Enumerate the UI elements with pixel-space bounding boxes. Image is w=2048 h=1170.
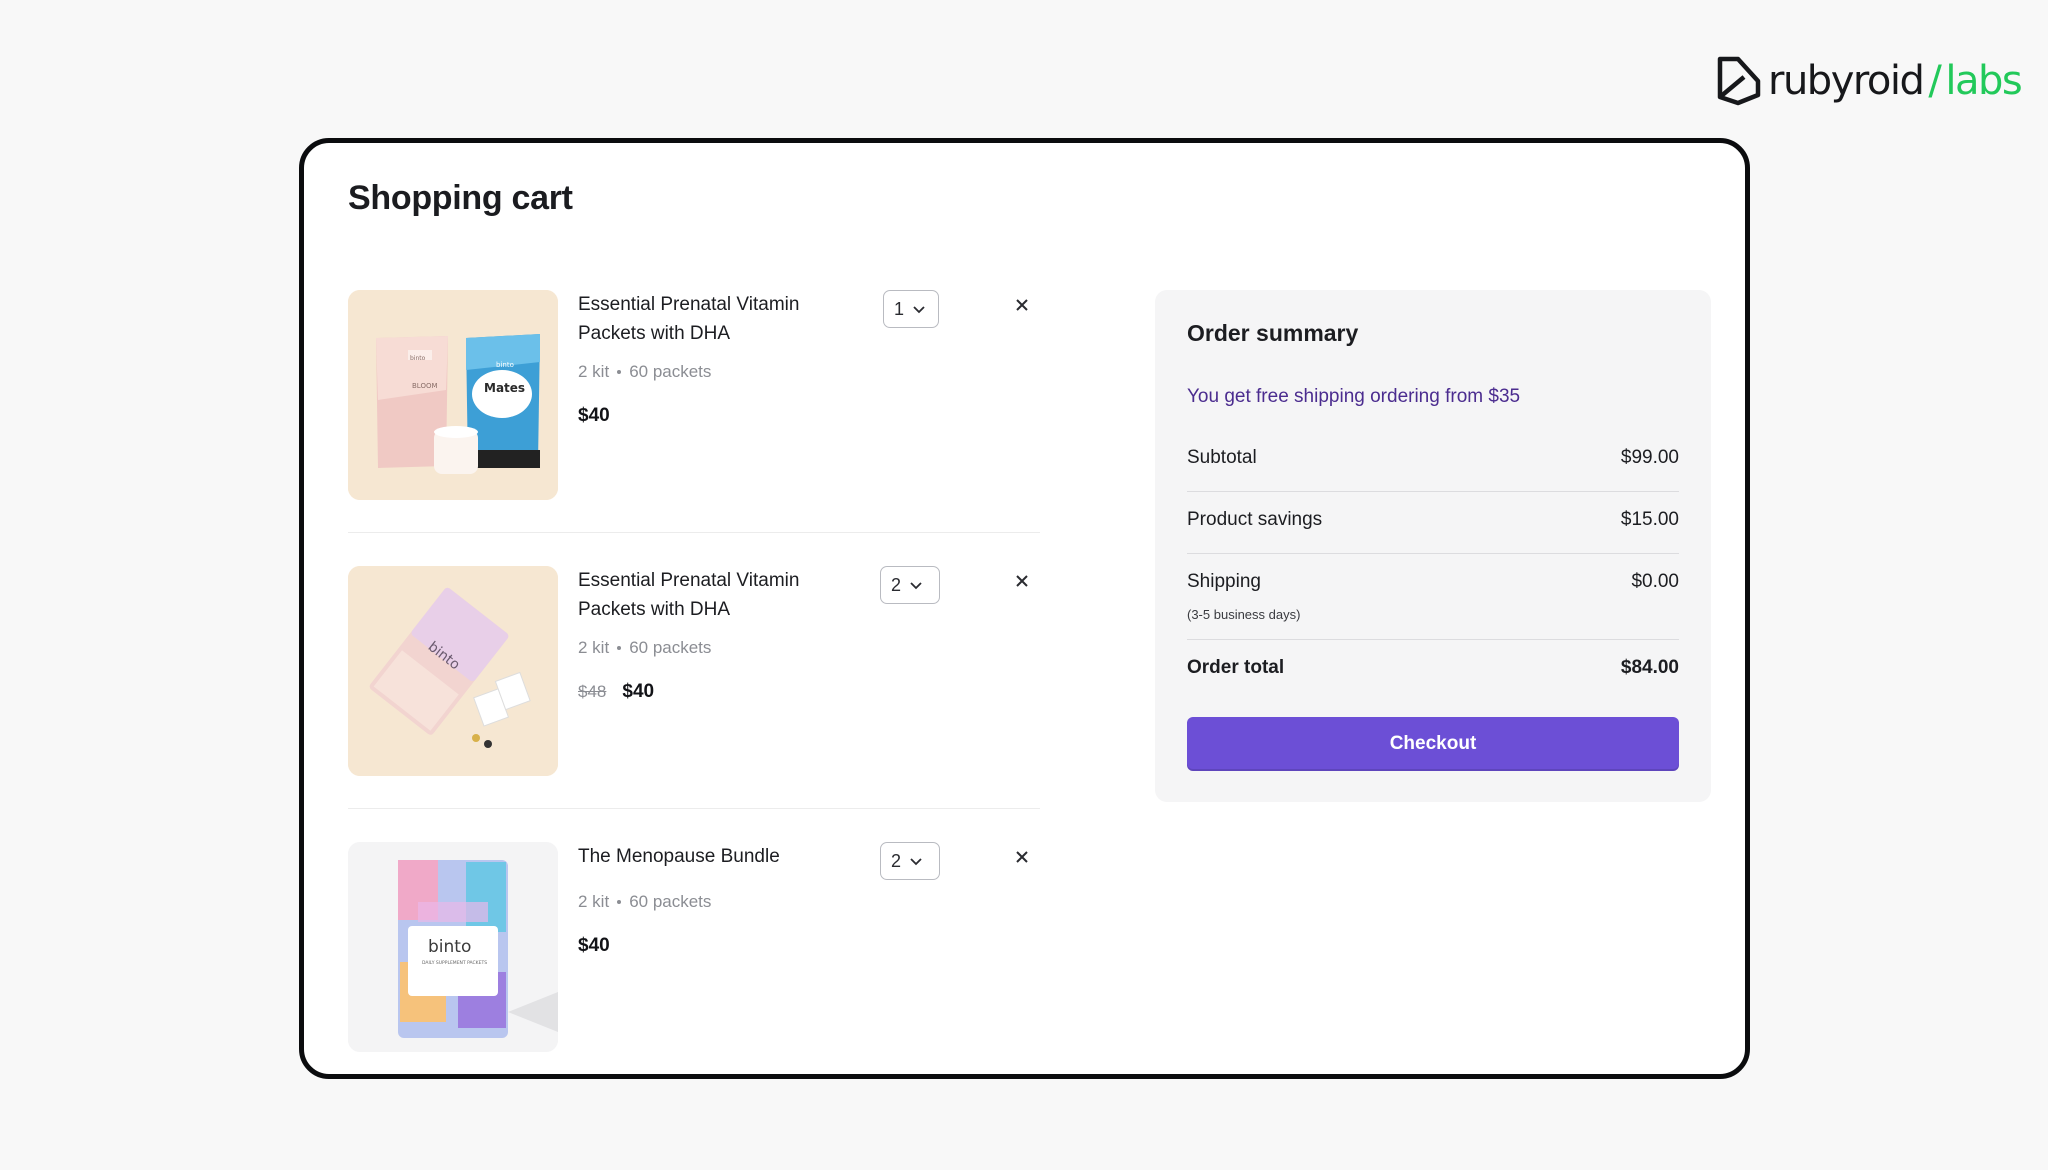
divider <box>1187 491 1679 492</box>
divider <box>1187 639 1679 640</box>
product-image[interactable]: BLOOM binto Mates binto <box>348 290 558 500</box>
current-price: $40 <box>622 681 655 702</box>
quantity-value: 2 <box>891 574 902 595</box>
shipping-label: Shipping <box>1187 571 1261 592</box>
chevron-down-icon <box>910 858 922 866</box>
product-price: $40 <box>578 935 610 957</box>
savings-value: $15.00 <box>1620 509 1679 530</box>
product-price: $40 <box>578 405 610 427</box>
product-name[interactable]: The Menopause Bundle <box>578 842 838 871</box>
packet-count: 60 packets <box>629 638 712 657</box>
remove-item-close-icon[interactable] <box>1013 296 1031 314</box>
pouch-brand: binto <box>410 355 426 362</box>
pouch-label-mates: Mates <box>484 381 525 395</box>
pouch-brand: binto <box>428 937 471 957</box>
checkout-button[interactable]: Checkout <box>1187 717 1679 771</box>
order-summary-title: Order summary <box>1187 320 1359 346</box>
pouch-label: BLOOM <box>412 382 438 390</box>
product-image[interactable]: binto DAILY SUPPLEMENT PACKETS <box>348 842 558 1052</box>
product-meta: 2 kit 60 packets <box>578 362 711 382</box>
packet-count: 60 packets <box>629 362 712 381</box>
current-price: $40 <box>578 935 610 956</box>
remove-item-close-icon[interactable] <box>1013 848 1031 866</box>
meta-separator-dot <box>617 370 622 374</box>
current-price: $40 <box>578 405 610 426</box>
brand-name-labs: labs <box>1945 58 2022 104</box>
brand-mark-icon <box>1717 56 1761 106</box>
savings-label: Product savings <box>1187 509 1323 530</box>
kit-count: 2 kit <box>578 362 610 381</box>
order-total-value: $84.00 <box>1620 657 1679 678</box>
product-meta: 2 kit 60 packets <box>578 892 711 912</box>
shipping-duration-note: (3-5 business days) <box>1187 607 1301 622</box>
remove-item-close-icon[interactable] <box>1013 572 1031 590</box>
chevron-down-icon <box>913 306 925 314</box>
order-total-row: Order total $84.00 <box>1187 657 1679 679</box>
subtotal-value: $99.00 <box>1620 447 1679 468</box>
shopping-cart-card: Shopping cart BLOOM binto Mates binto Es… <box>299 138 1750 1079</box>
pouch-label: DAILY SUPPLEMENT PACKETS <box>422 960 487 966</box>
quantity-value: 2 <box>891 850 902 871</box>
shipping-row: Shipping $0.00 <box>1187 571 1679 593</box>
brand-slash: / <box>1928 58 1941 104</box>
product-savings-row: Product savings $15.00 <box>1187 509 1679 531</box>
subtotal-row: Subtotal $99.00 <box>1187 447 1679 469</box>
page-title: Shopping cart <box>348 179 573 217</box>
pouch-brand-2: binto <box>496 361 514 369</box>
kit-count: 2 kit <box>578 638 610 657</box>
free-shipping-notice: You get free shipping ordering from $35 <box>1187 386 1521 407</box>
product-meta: 2 kit 60 packets <box>578 638 711 658</box>
kit-count: 2 kit <box>578 892 610 911</box>
product-price: $48 $40 <box>578 681 654 703</box>
quantity-select[interactable]: 1 <box>883 290 939 328</box>
quantity-select[interactable]: 2 <box>880 842 940 880</box>
cart-item: binto DAILY SUPPLEMENT PACKETS The Menop… <box>348 842 1040 1052</box>
packet-count: 60 packets <box>629 892 712 911</box>
meta-separator-dot <box>617 646 622 650</box>
product-name[interactable]: Essential Prenatal Vitamin Packets with … <box>578 566 838 624</box>
product-image-art: BLOOM binto Mates binto <box>348 290 558 500</box>
product-name[interactable]: Essential Prenatal Vitamin Packets with … <box>578 290 838 348</box>
meta-separator-dot <box>617 900 622 904</box>
product-image-art: binto DAILY SUPPLEMENT PACKETS <box>348 842 558 1052</box>
rubyroid-labs-logo: rubyroid / labs <box>1714 55 2023 107</box>
chevron-down-icon <box>910 582 922 590</box>
order-total-label: Order total <box>1187 657 1285 678</box>
order-summary-panel: Order summary You get free shipping orde… <box>1155 290 1711 802</box>
cart-item: BLOOM binto Mates binto Essential Prenat… <box>348 290 1040 533</box>
shipping-value: $0.00 <box>1631 571 1679 592</box>
old-price: $48 <box>578 682 607 701</box>
subtotal-label: Subtotal <box>1187 447 1257 468</box>
quantity-select[interactable]: 2 <box>880 566 940 604</box>
product-image-art: binto <box>348 566 558 776</box>
brand-name-ruby: rubyroid <box>1768 58 1925 104</box>
cart-item: binto Essential Prenatal Vitamin Packets… <box>348 566 1040 809</box>
divider <box>1187 553 1679 554</box>
quantity-value: 1 <box>894 298 905 319</box>
product-image[interactable]: binto <box>348 566 558 776</box>
